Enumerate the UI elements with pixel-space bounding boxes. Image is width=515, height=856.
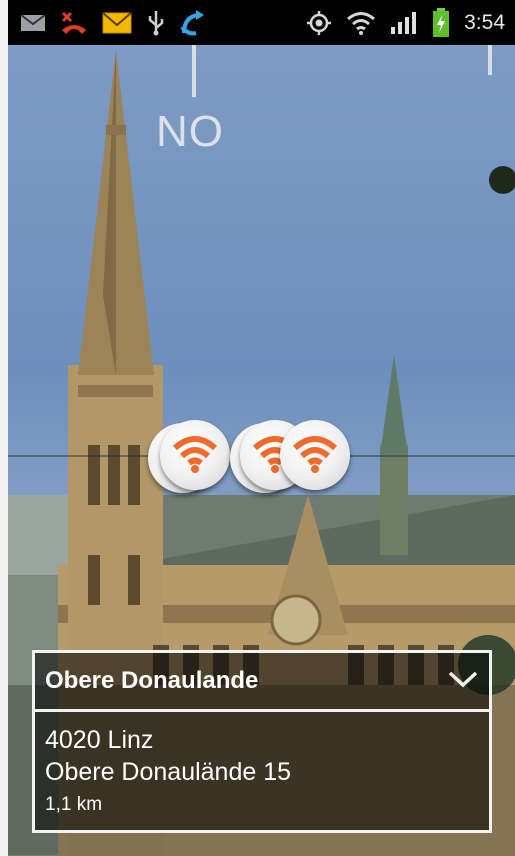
wifi-hotspot-icon (292, 436, 338, 473)
ar-camera-view[interactable]: NO Obere Donaulande 4020 Linz Obere Dona… (8, 45, 515, 856)
poi-postcode-city: 4020 Linz (45, 726, 154, 754)
system-icons: 3:54 (306, 7, 515, 38)
compass-tick-no (192, 45, 196, 97)
wifi-hotspot-icon (172, 436, 218, 473)
chevron-down-icon[interactable] (447, 669, 479, 694)
poi-info-card[interactable]: Obere Donaulande 4020 Linz Obere Donaulä… (32, 650, 492, 833)
missed-call-icon (60, 10, 88, 36)
compass-direction-label: NO (156, 107, 224, 156)
wifi-hotspot-marker[interactable] (280, 420, 350, 490)
battery-charging-icon (432, 7, 450, 38)
poi-title: Obere Donaulande (45, 667, 259, 694)
usb-icon (146, 10, 166, 36)
info-card-body: 4020 Linz Obere Donaulände 15 1,1 km (35, 712, 489, 820)
poi-street: Obere Donaulände 15 (45, 758, 292, 786)
info-card-header[interactable]: Obere Donaulande (35, 653, 489, 712)
signal-icon (390, 11, 418, 35)
compass-tick-right (488, 45, 492, 75)
gmail-icon (20, 13, 46, 33)
call-forward-icon (180, 9, 208, 37)
phone-screen: 3:54 NO Obere Donaulande 4020 Linz Obere… (8, 0, 515, 856)
email-icon (102, 11, 132, 34)
poi-distance: 1,1 km (45, 794, 103, 815)
gps-icon (306, 10, 332, 36)
clock: 3:54 (464, 10, 505, 34)
wifi-icon (346, 11, 376, 35)
notification-icons (8, 9, 208, 37)
status-bar: 3:54 (8, 0, 515, 45)
wifi-hotspot-marker[interactable] (160, 420, 230, 490)
